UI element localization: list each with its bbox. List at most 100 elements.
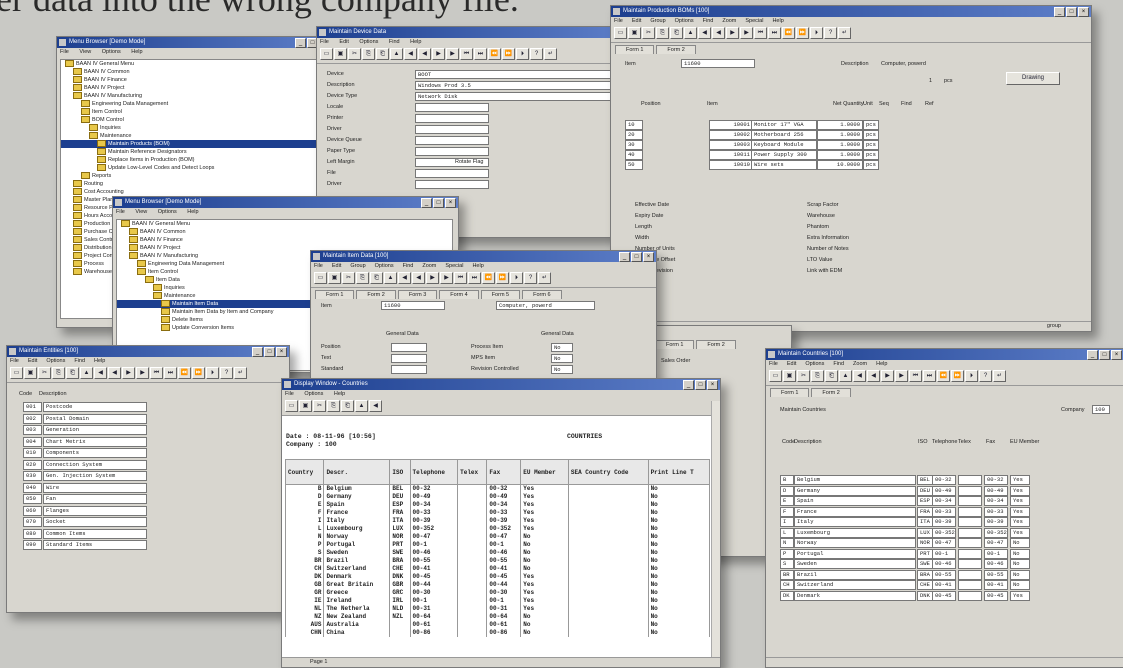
- country-telex-field[interactable]: [958, 580, 982, 590]
- entity-description-field[interactable]: Postcode: [43, 402, 147, 412]
- maximize-icon[interactable]: □: [1099, 350, 1110, 360]
- menu-browser-titlebar[interactable]: Menu Browser [Demo Mode]_□×: [57, 37, 332, 48]
- country-iso-field[interactable]: DNK: [917, 590, 933, 601]
- play-icon[interactable]: ⏵: [206, 367, 219, 379]
- country-eu-field[interactable]: No: [1010, 548, 1030, 559]
- tree-item[interactable]: Reports: [61, 172, 323, 180]
- country-iso-field[interactable]: ITA: [917, 517, 933, 527]
- item-description-field[interactable]: Computer, powerd: [496, 301, 595, 310]
- drawing-button[interactable]: Drawing: [1006, 72, 1060, 85]
- last-icon[interactable]: ▶: [895, 370, 908, 382]
- country-code-field[interactable]: I: [780, 517, 794, 527]
- menu-group[interactable]: Group: [350, 263, 365, 269]
- item-field[interactable]: 11600: [681, 59, 755, 68]
- prev-icon[interactable]: ◀: [867, 370, 880, 382]
- menu-options[interactable]: Options: [675, 18, 694, 24]
- prev-page-icon[interactable]: ⏪: [937, 370, 950, 382]
- device-field[interactable]: [415, 125, 489, 134]
- find-icon[interactable]: ▲: [80, 367, 93, 379]
- entity-code-field[interactable]: 080: [23, 528, 42, 539]
- country-description-field[interactable]: Luxembourg: [794, 527, 916, 538]
- save-icon[interactable]: ▣: [783, 370, 796, 382]
- entity-code-field[interactable]: 090: [23, 540, 42, 550]
- item-code-field[interactable]: 10001: [709, 120, 753, 130]
- item-data-field[interactable]: [391, 354, 427, 363]
- menu-help[interactable]: Help: [94, 358, 105, 364]
- menu-help[interactable]: Help: [131, 49, 142, 55]
- paste-icon[interactable]: ⎗: [376, 48, 389, 60]
- entity-code-field[interactable]: 001: [23, 402, 42, 412]
- country-description-field[interactable]: Belgium: [794, 475, 916, 485]
- entity-description-field[interactable]: Flanges: [43, 505, 147, 516]
- country-telex-field[interactable]: [958, 548, 982, 559]
- entity-code-field[interactable]: 004: [23, 436, 42, 447]
- country-eu-field[interactable]: No: [1010, 580, 1030, 590]
- next-icon[interactable]: ▶: [122, 367, 135, 379]
- country-eu-field[interactable]: No: [1010, 569, 1030, 580]
- country-fax-field[interactable]: 00-32: [984, 475, 1008, 485]
- minimize-icon[interactable]: _: [421, 198, 432, 208]
- country-description-field[interactable]: France: [794, 506, 916, 517]
- country-telephone-field[interactable]: 00-1: [932, 548, 956, 559]
- item-flag-field[interactable]: No: [551, 343, 573, 352]
- country-telephone-field[interactable]: 00-32: [932, 475, 956, 485]
- country-eu-field[interactable]: Yes: [1010, 527, 1030, 538]
- country-telephone-field[interactable]: 00-41: [932, 580, 956, 590]
- prev-icon[interactable]: ◀: [412, 272, 425, 284]
- last-page-icon[interactable]: ⏭: [468, 272, 481, 284]
- first-page-icon[interactable]: ⏮: [150, 367, 163, 379]
- first-icon[interactable]: ◀: [853, 370, 866, 382]
- minimize-icon[interactable]: _: [619, 252, 630, 262]
- country-description-field[interactable]: Italy: [794, 517, 916, 527]
- menu-options[interactable]: Options: [359, 39, 378, 45]
- menu-options[interactable]: Options: [46, 358, 65, 364]
- prev-page-icon[interactable]: ⏪: [178, 367, 191, 379]
- menu-file[interactable]: File: [320, 39, 329, 45]
- country-description-field[interactable]: Denmark: [794, 590, 916, 601]
- country-eu-field[interactable]: Yes: [1010, 475, 1030, 485]
- menu-file[interactable]: File: [60, 49, 69, 55]
- find-icon[interactable]: ▲: [839, 370, 852, 382]
- first-page-icon[interactable]: ⏮: [460, 48, 473, 60]
- country-iso-field[interactable]: ESP: [917, 496, 933, 506]
- item-code-field[interactable]: 10011: [709, 150, 753, 160]
- paste-icon[interactable]: ⎗: [370, 272, 383, 284]
- entity-code-field[interactable]: 070: [23, 517, 42, 527]
- country-telephone-field[interactable]: 00-352: [932, 527, 956, 538]
- menu-find[interactable]: Find: [703, 18, 714, 24]
- close-icon[interactable]: ×: [1111, 350, 1122, 360]
- tree-item[interactable]: Maintain Products (BOM): [61, 140, 323, 148]
- menu-zoom[interactable]: Zoom: [853, 361, 867, 367]
- menu-edit[interactable]: Edit: [787, 361, 796, 367]
- display-titlebar[interactable]: Display Window - Countries _ □ ×: [282, 379, 720, 390]
- country-fax-field[interactable]: 00-1: [984, 548, 1008, 559]
- tree-item[interactable]: Replace Items in Production (BOM): [61, 156, 323, 164]
- tree-item[interactable]: Inquiries: [61, 124, 323, 132]
- entity-description-field[interactable]: Fan: [43, 494, 147, 504]
- menu-find[interactable]: Find: [389, 39, 400, 45]
- help-icon[interactable]: ?: [979, 370, 992, 382]
- find-icon[interactable]: ▲: [384, 272, 397, 284]
- last-icon[interactable]: ▶: [440, 272, 453, 284]
- country-fax-field[interactable]: 00-46: [984, 559, 1008, 569]
- tree-item[interactable]: Item Control: [61, 108, 323, 116]
- last-page-icon[interactable]: ⏭: [923, 370, 936, 382]
- cut-icon[interactable]: ✂: [342, 272, 355, 284]
- maximize-icon[interactable]: □: [264, 347, 275, 357]
- country-fax-field[interactable]: 00-39: [984, 517, 1008, 527]
- country-code-field[interactable]: E: [780, 496, 794, 506]
- country-description-field[interactable]: Sweden: [794, 559, 916, 569]
- menu-options[interactable]: Options: [805, 361, 824, 367]
- country-fax-field[interactable]: 00-49: [984, 485, 1008, 496]
- next-icon[interactable]: ▶: [881, 370, 894, 382]
- country-telex-field[interactable]: [958, 475, 982, 485]
- prev-page-icon[interactable]: ⏪: [488, 48, 501, 60]
- tree-item[interactable]: Routing: [61, 180, 323, 188]
- entity-description-field[interactable]: Common Items: [43, 528, 147, 539]
- tab-form-4[interactable]: Form 4: [439, 290, 479, 299]
- menu-view[interactable]: View: [135, 209, 147, 215]
- return-icon[interactable]: ↵: [538, 272, 551, 284]
- menu-find[interactable]: Find: [403, 263, 414, 269]
- country-description-field[interactable]: Brazil: [794, 569, 916, 580]
- last-page-icon[interactable]: ⏭: [164, 367, 177, 379]
